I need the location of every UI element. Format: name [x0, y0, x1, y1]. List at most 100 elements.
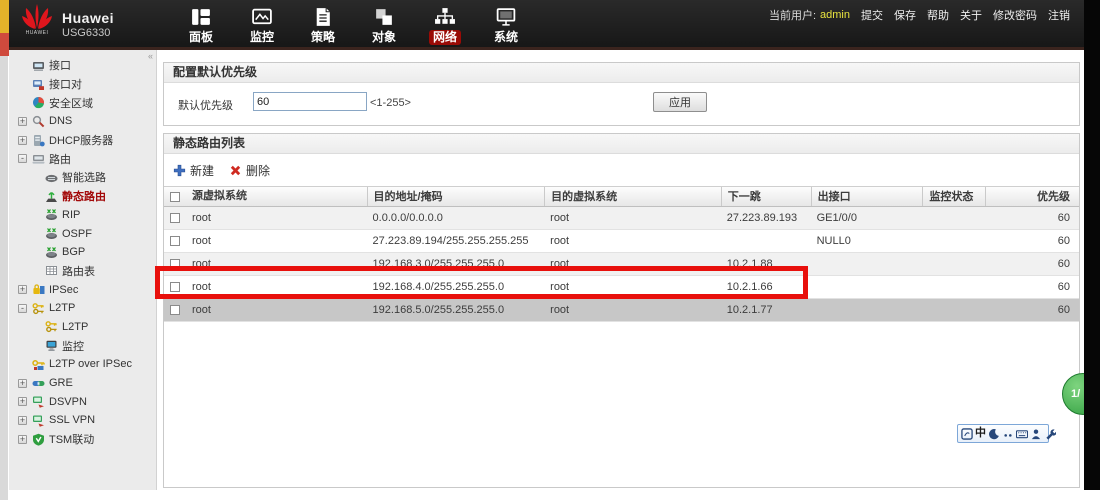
collapse-toggle-icon[interactable]: - [18, 154, 27, 163]
sidebar-item-rip[interactable]: +RIP [9, 206, 156, 225]
sidebar-item-bgp[interactable]: +BGP [9, 243, 156, 262]
current-user-label: 当前用户: [769, 7, 816, 23]
sidebar-item-gre[interactable]: +GRE [9, 374, 156, 393]
static-route-row-3-highlighted[interactable]: root192.168.4.0/255.255.255.0root10.2.1.… [164, 276, 1079, 299]
static-route-row-0[interactable]: root0.0.0.0/0.0.0.0root27.223.89.193GE1/… [164, 207, 1079, 230]
cell-2: root [544, 207, 721, 229]
nav-item-label: 网络 [429, 30, 461, 45]
sidebar-item-l2tp[interactable]: +L2TP [9, 318, 156, 337]
header-link-5[interactable]: 注销 [1048, 7, 1070, 23]
static-route-row-4[interactable]: root192.168.5.0/255.255.255.0root10.2.1.… [164, 299, 1079, 322]
punctuation-mode-icon[interactable] [1002, 427, 1014, 440]
cell-0: root [164, 207, 367, 229]
collapse-toggle-icon[interactable]: - [18, 304, 27, 313]
sidebar-item-dsvpn[interactable]: + DSVPN [9, 392, 156, 411]
expand-toggle-icon[interactable]: + [18, 416, 27, 425]
ime-settings-wrench-icon[interactable] [1044, 427, 1056, 440]
static-route-row-1[interactable]: root27.223.89.194/255.255.255.255rootNUL… [164, 230, 1079, 253]
expand-toggle-icon[interactable]: + [18, 435, 27, 444]
sidebar-item-label: 静态路由 [62, 188, 106, 204]
sidebar-item-智能选路[interactable]: +智能选路 [9, 168, 156, 187]
cell-2: root [544, 276, 721, 298]
sidebar-item-label: 路由 [49, 151, 71, 167]
sidebar-item-路由表[interactable]: +路由表 [9, 262, 156, 281]
soft-keyboard-icon[interactable] [1016, 427, 1028, 440]
bgp-icon [45, 246, 58, 259]
sidebar-item-tsm联动[interactable]: +TSM联动 [9, 430, 156, 449]
sidebar-item-ipsec[interactable]: +IPSec [9, 280, 156, 299]
header-link-1[interactable]: 保存 [894, 7, 916, 23]
cell-3: 10.2.1.66 [721, 276, 811, 298]
cell-4 [811, 276, 923, 298]
dns-icon [32, 115, 45, 128]
nav-item-policy[interactable]: 策略 [301, 4, 345, 45]
row-checkbox[interactable] [170, 213, 180, 223]
sidebar-item-接口[interactable]: +接口 [9, 56, 156, 75]
sidebar-item-ssl-vpn[interactable]: +SSL VPN [9, 411, 156, 430]
sidebar-item-l2tp-over-ipsec[interactable]: +L2TP over IPSec [9, 355, 156, 374]
expand-toggle-icon[interactable]: + [18, 397, 27, 406]
header-link-4[interactable]: 修改密码 [993, 7, 1037, 23]
cell-1: 192.168.4.0/255.255.255.0 [367, 276, 545, 298]
sidebar-item-label: 接口 [49, 57, 71, 73]
header-link-0[interactable]: 提交 [861, 7, 883, 23]
cell-text: root [192, 276, 211, 298]
chinese-mode-indicator[interactable]: 中 [975, 427, 986, 440]
nav-item-network[interactable]: 网络 [423, 4, 467, 45]
l2tp-over-ipsec-icon [32, 358, 45, 371]
sidebar-item-接口对[interactable]: +接口对 [9, 75, 156, 94]
sidebar-item-ospf[interactable]: +OSPF [9, 224, 156, 243]
sidebar-item-l2tp[interactable]: -L2TP [9, 299, 156, 318]
static-route-panel: 静态路由列表 新建 删除 源虚拟系统目的地址/掩码目的虚拟系统下一跳出接口监控状… [163, 133, 1080, 488]
sidebar-item-安全区域[interactable]: +安全区域 [9, 93, 156, 112]
default-priority-form: 默认优先级 <1-255> 应用 [164, 83, 1079, 127]
apply-button[interactable]: 应用 [653, 92, 707, 112]
nav-item-panel[interactable]: 面板 [179, 4, 223, 45]
object-icon [373, 6, 395, 28]
expand-toggle-icon[interactable]: + [18, 379, 27, 388]
sidebar-item-label: 路由表 [62, 263, 95, 279]
header-link-3[interactable]: 关于 [960, 7, 982, 23]
new-button[interactable]: 新建 [173, 162, 214, 179]
left-edge-yellow-segment [0, 0, 9, 33]
nav-item-system[interactable]: 系统 [484, 4, 528, 45]
user-profile-icon[interactable] [1030, 427, 1042, 440]
rip-icon [45, 208, 58, 221]
row-checkbox[interactable] [170, 282, 180, 292]
sidebar-item-静态路由[interactable]: +静态路由 [9, 187, 156, 206]
header-link-2[interactable]: 帮助 [927, 7, 949, 23]
header-user-row: 当前用户: admin 提交保存帮助关于修改密码注销 [769, 7, 1070, 23]
cell-6: 60 [985, 276, 1079, 298]
sidebar-item-label: DSVPN [49, 396, 87, 408]
monitor-sub-icon [45, 339, 58, 352]
cell-text: root [192, 299, 211, 321]
routing-icon [32, 152, 45, 165]
ime-logo-icon[interactable] [961, 427, 973, 440]
nav-item-monitor[interactable]: 监控 [240, 4, 284, 45]
default-priority-input[interactable] [253, 92, 367, 111]
row-checkbox[interactable] [170, 259, 180, 269]
expand-toggle-icon[interactable]: + [18, 136, 27, 145]
sidebar-item-label: 安全区域 [49, 95, 93, 111]
delete-button[interactable]: 删除 [229, 162, 270, 179]
sidebar-item-dns[interactable]: +DNS [9, 112, 156, 131]
row-checkbox[interactable] [170, 236, 180, 246]
halfwidth-moon-icon[interactable] [988, 427, 1000, 440]
column-header-3: 下一跳 [721, 187, 811, 206]
row-checkbox[interactable] [170, 305, 180, 315]
ospf-icon [45, 227, 58, 240]
sidebar-item-路由[interactable]: - 路由 [9, 149, 156, 168]
chinese-mode-label: 中 [975, 427, 986, 440]
main-nav: 面板监控策略对象网络 系统 [179, 4, 528, 45]
expand-toggle-icon[interactable]: + [18, 285, 27, 294]
expand-toggle-icon[interactable]: + [18, 117, 27, 126]
cell-4: NULL0 [811, 230, 923, 252]
cell-1: 0.0.0.0/0.0.0.0 [367, 207, 545, 229]
sidebar-item-监控[interactable]: +监控 [9, 336, 156, 355]
cell-5 [922, 230, 985, 252]
select-all-checkbox[interactable] [170, 192, 180, 202]
static-route-row-2[interactable]: root192.168.3.0/255.255.255.0root10.2.1.… [164, 253, 1079, 276]
sidebar-item-dhcp服务器[interactable]: +DHCP服务器 [9, 131, 156, 150]
sidebar-collapse-button[interactable]: « [148, 51, 153, 61]
nav-item-object[interactable]: 对象 [362, 4, 406, 45]
